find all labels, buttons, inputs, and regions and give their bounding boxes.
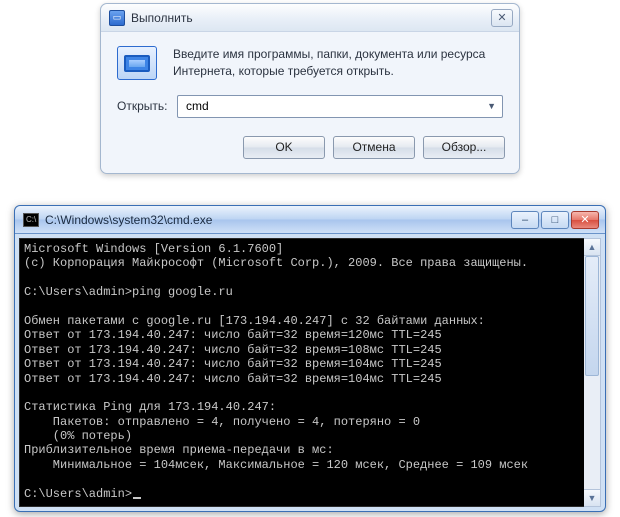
console-line: Microsoft Windows [Version 6.1.7600] (24, 242, 596, 256)
run-dialog: ▭ Выполнить ✕ Введите имя программы, пап… (100, 3, 520, 174)
console-line (24, 300, 596, 314)
console-line: Ответ от 173.194.40.247: число байт=32 в… (24, 357, 596, 371)
close-button[interactable]: ✕ (571, 211, 599, 229)
console-line: Обмен пакетами с google.ru [173.194.40.2… (24, 314, 596, 328)
minimize-button[interactable]: – (511, 211, 539, 229)
close-button[interactable]: ✕ (491, 9, 513, 27)
console-window: C:\ C:\Windows\system32\cmd.exe – □ ✕ Mi… (14, 205, 606, 512)
console-line (24, 386, 596, 400)
run-body: Введите имя программы, папки, документа … (101, 32, 519, 81)
scroll-track[interactable] (584, 256, 600, 489)
console-line: (c) Корпорация Майкрософт (Microsoft Cor… (24, 256, 596, 270)
console-line: (0% потерь) (24, 429, 596, 443)
console-line (24, 472, 596, 486)
console-title: C:\Windows\system32\cmd.exe (45, 213, 511, 227)
scroll-up-icon[interactable]: ▲ (584, 239, 600, 256)
close-icon: ✕ (497, 11, 506, 24)
console-line: Приблизительное время приема-передачи в … (24, 443, 596, 457)
console-line: C:\Users\admin> (24, 487, 596, 501)
run-button-row: OK Отмена Обзор... (101, 118, 519, 173)
open-label: Открыть: (117, 99, 177, 113)
cursor (133, 497, 141, 499)
run-open-row: Открыть: ▼ (101, 81, 519, 118)
run-program-icon (117, 46, 157, 80)
window-controls: – □ ✕ (511, 211, 599, 229)
console-line: C:\Users\admin>ping google.ru (24, 285, 596, 299)
run-description: Введите имя программы, папки, документа … (173, 46, 503, 81)
console-line: Статистика Ping для 173.194.40.247: (24, 400, 596, 414)
console-line: Пакетов: отправлено = 4, получено = 4, п… (24, 415, 596, 429)
open-combobox[interactable]: ▼ (177, 95, 503, 118)
run-title-icon: ▭ (109, 10, 125, 26)
console-line: Ответ от 173.194.40.247: число байт=32 в… (24, 372, 596, 386)
console-output[interactable]: Microsoft Windows [Version 6.1.7600](c) … (19, 238, 601, 507)
cancel-button[interactable]: Отмена (333, 136, 415, 159)
run-title: Выполнить (131, 11, 491, 25)
scroll-thumb[interactable] (585, 256, 599, 376)
console-line: Ответ от 173.194.40.247: число байт=32 в… (24, 328, 596, 342)
chevron-down-icon[interactable]: ▼ (485, 101, 498, 111)
cmd-icon: C:\ (23, 213, 39, 227)
maximize-button[interactable]: □ (541, 211, 569, 229)
console-line: Минимальное = 104мсек, Максимальное = 12… (24, 458, 596, 472)
browse-button[interactable]: Обзор... (423, 136, 505, 159)
ok-button[interactable]: OK (243, 136, 325, 159)
open-input[interactable] (184, 98, 485, 114)
console-line (24, 271, 596, 285)
run-titlebar[interactable]: ▭ Выполнить ✕ (101, 4, 519, 32)
scrollbar[interactable]: ▲ ▼ (584, 238, 601, 507)
console-line: Ответ от 173.194.40.247: число байт=32 в… (24, 343, 596, 357)
console-titlebar[interactable]: C:\ C:\Windows\system32\cmd.exe – □ ✕ (15, 206, 605, 234)
scroll-down-icon[interactable]: ▼ (584, 489, 600, 506)
